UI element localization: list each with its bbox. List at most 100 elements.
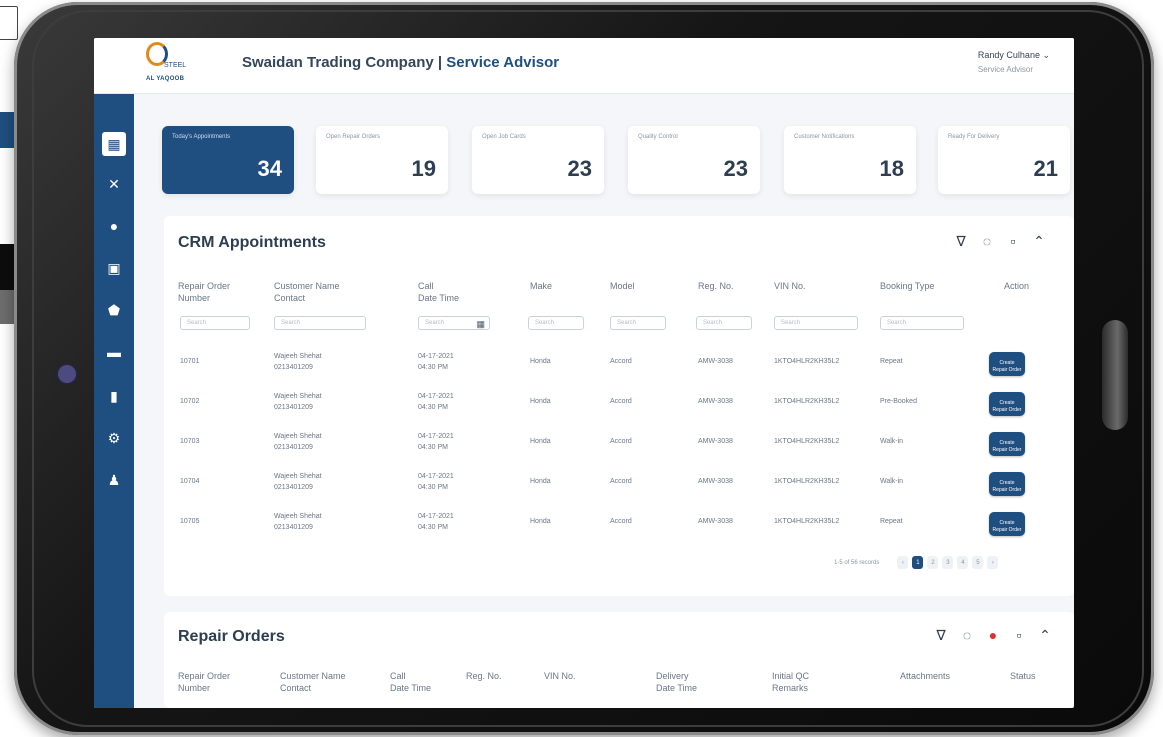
col-attachments[interactable]: Attachments (900, 670, 950, 682)
col-vin-no[interactable]: VIN No. (774, 280, 806, 292)
kpi-customer-notifications[interactable]: Customer Notifications 18 (784, 126, 916, 194)
search-input[interactable]: Search (528, 316, 584, 330)
user-name: Randy Culhane ⌄ (977, 50, 1050, 60)
calendar-icon[interactable]: ▦ (476, 318, 485, 330)
cell-time: 04:30 PM (418, 364, 448, 371)
settings-icon: ⚙ (107, 429, 121, 446)
cell-booking-type: Walk-in (880, 438, 904, 445)
table-row[interactable]: 10701 Wajeeh Shehat 0213401209 04-17-202… (164, 348, 1074, 386)
create-repair-order-button[interactable]: Create Repair Order (989, 392, 1025, 416)
refresh-icon[interactable]: ◌ (960, 627, 974, 643)
date-search-input[interactable]: Search ▦ (418, 316, 490, 330)
search-input[interactable]: Search (774, 316, 858, 330)
col-repair-order[interactable]: Repair Order Number (178, 670, 230, 694)
col-reg-no[interactable]: Reg. No. (466, 670, 502, 682)
kpi-todays-appointments[interactable]: Today's Appointments 34 (162, 126, 294, 194)
sidebar-item-shield[interactable]: ⬟ (102, 298, 126, 322)
search-input[interactable]: Search (180, 316, 250, 330)
col-make[interactable]: Make (530, 280, 552, 292)
table-row[interactable]: 10704 Wajeeh Shehat 0213401209 04-17-202… (164, 468, 1074, 506)
user-menu[interactable]: Randy Culhane ⌄ Service Advisor (978, 50, 1050, 74)
col-initial-qc[interactable]: Initial QC Remarks (772, 670, 809, 694)
page-button[interactable]: 3 (942, 556, 954, 569)
document-icon: ▮ (110, 387, 118, 404)
kpi-value: 34 (257, 156, 282, 181)
cell-vin: 1KTO4HLR2KH35L2 (774, 358, 840, 365)
col-customer[interactable]: Customer Name Contact (274, 280, 340, 304)
car-icon: ▬ (107, 344, 121, 360)
sidebar-item-tools[interactable]: ✕ (102, 172, 126, 196)
col-status[interactable]: Status (1010, 670, 1036, 682)
filter-icon[interactable]: ∇ (934, 627, 948, 643)
cell-vin: 1KTO4HLR2KH35L2 (774, 438, 840, 445)
col-delivery-date[interactable]: Delivery Date Time (656, 670, 697, 694)
cell-make: Honda (530, 438, 551, 445)
page-button[interactable]: 1 (912, 556, 924, 569)
col-call-date[interactable]: Call Date Time (418, 280, 459, 304)
col-repair-order[interactable]: Repair Order Number (178, 280, 230, 304)
cell-reg-no: AMW-3038 (698, 358, 733, 365)
col-booking-type[interactable]: Booking Type (880, 280, 934, 292)
panel-title: Repair Orders (178, 628, 285, 645)
kpi-value: 23 (567, 156, 592, 181)
cell-time: 04:30 PM (418, 524, 448, 531)
page-button[interactable]: 2 (927, 556, 939, 569)
create-repair-order-button[interactable]: Create Repair Order (989, 512, 1025, 536)
col-reg-no[interactable]: Reg. No. (698, 280, 734, 292)
kpi-quality-control[interactable]: Quality Control 23 (628, 126, 760, 194)
sidebar-item-dashboard[interactable]: ▦ (102, 132, 126, 156)
collapse-icon[interactable]: ⌃ (1032, 233, 1046, 249)
table-row[interactable]: 10703 Wajeeh Shehat 0213401209 04-17-202… (164, 428, 1074, 466)
cell-customer-name: Wajeeh Shehat (274, 353, 322, 360)
company-logo[interactable]: STEEL AL YAQOOB (142, 40, 206, 90)
filter-icon[interactable]: ∇ (954, 233, 968, 249)
create-repair-order-button[interactable]: Create Repair Order (989, 472, 1025, 496)
page-button[interactable]: 5 (972, 556, 984, 569)
search-input[interactable]: Search (610, 316, 666, 330)
sidebar-item-settings[interactable]: ⚙ (102, 426, 126, 450)
kpi-open-job-cards[interactable]: Open Job Cards 23 (472, 126, 604, 194)
page-prev-button[interactable]: ‹ (897, 556, 909, 569)
col-model[interactable]: Model (610, 280, 635, 292)
sidebar-item-id-card[interactable]: ▣ (102, 256, 126, 280)
col-vin-no[interactable]: VIN No. (544, 670, 576, 682)
export-icon[interactable]: ▫ (1006, 233, 1020, 249)
create-repair-order-button[interactable]: Create Repair Order (989, 432, 1025, 456)
search-input[interactable]: Search (696, 316, 752, 330)
cell-booking-type: Pre-Booked (880, 398, 917, 405)
collapse-icon[interactable]: ⌃ (1038, 627, 1052, 643)
cell-make: Honda (530, 358, 551, 365)
background-input (0, 6, 18, 40)
cell-model: Accord (610, 478, 632, 485)
create-repair-order-button[interactable]: Create Repair Order (989, 352, 1025, 376)
refresh-icon[interactable]: ◌ (980, 233, 994, 249)
cell-reg-no: AMW-3038 (698, 438, 733, 445)
table-row[interactable]: 10705 Wajeeh Shehat 0213401209 04-17-202… (164, 508, 1074, 546)
kpi-value: 18 (879, 156, 904, 181)
search-input[interactable]: Search (880, 316, 964, 330)
cell-contact: 0213401209 (274, 364, 313, 371)
kpi-ready-for-delivery[interactable]: Ready For Delivery 21 (938, 126, 1070, 194)
sidebar-item-users[interactable]: ♟ (102, 468, 126, 492)
table-row[interactable]: 10702 Wajeeh Shehat 0213401209 04-17-202… (164, 388, 1074, 426)
cell-customer-name: Wajeeh Shehat (274, 433, 322, 440)
sidebar-item-car[interactable]: ▬ (102, 340, 126, 364)
sidebar: ▦ ✕ ● ▣ ⬟ ▬ ▮ ⚙ ♟ (94, 94, 134, 708)
cell-ro-number: 10705 (180, 518, 200, 525)
cell-model: Accord (610, 518, 632, 525)
notification-icon[interactable]: ● (986, 627, 1000, 643)
page-next-button[interactable]: › (987, 556, 999, 569)
cell-time: 04:30 PM (418, 404, 448, 411)
page-button[interactable]: 4 (957, 556, 969, 569)
sidebar-item-document[interactable]: ▮ (102, 384, 126, 408)
repair-orders-panel: Repair Orders ∇ ◌ ● ▫ ⌃ Repair Order Num… (164, 612, 1074, 708)
col-call-date[interactable]: Call Date Time (390, 670, 431, 694)
cell-contact: 0213401209 (274, 444, 313, 451)
sidebar-item-gear[interactable]: ● (102, 214, 126, 238)
kpi-open-repair-orders[interactable]: Open Repair Orders 19 (316, 126, 448, 194)
col-customer[interactable]: Customer Name Contact (280, 670, 346, 694)
app-title: Swaidan Trading Company | Service Adviso… (242, 54, 559, 71)
export-icon[interactable]: ▫ (1012, 627, 1026, 643)
cell-model: Accord (610, 358, 632, 365)
search-input[interactable]: Search (274, 316, 366, 330)
